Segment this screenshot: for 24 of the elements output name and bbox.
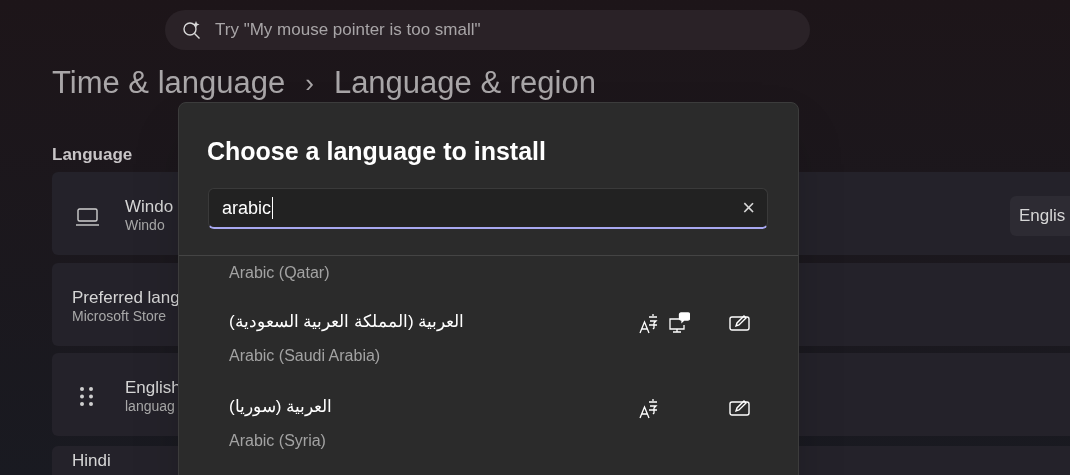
english-language-name: Arabic (Qatar) [229,263,330,283]
section-heading: Language [52,144,133,166]
native-language-name: العربية (المملكة العربية السعودية) [229,312,465,332]
setting-description: languag [125,398,176,416]
clear-button[interactable]: × [742,197,755,219]
search-field[interactable]: Try "My mouse pointer is too small" [165,10,810,50]
language-list-item[interactable]: Arabic (Qatar) [179,260,798,305]
setting-description: Microsoft Store [72,308,168,326]
english-language-name: Arabic (Saudi Arabia) [229,346,381,366]
breadcrumb-separator: › [305,67,314,100]
page-title: Language & region [333,64,596,102]
dialog-title: Choose a language to install [207,136,546,167]
search-field[interactable]: arabic × [208,188,768,229]
language-dropdown[interactable]: Englis [1010,196,1070,236]
native-language-name: العربية (سوريا) [229,397,333,417]
setting-description: Windo [125,217,166,235]
drag-handle-icon[interactable] [79,386,94,407]
setting-title: Hindi [72,450,111,472]
page-title: Time & language [52,64,286,102]
laptop-icon [75,208,100,226]
setting-title: Windo [125,196,174,218]
english-language-name: Arabic (Syria) [229,431,326,451]
text-cursor [272,197,274,219]
search-icon [181,19,203,41]
